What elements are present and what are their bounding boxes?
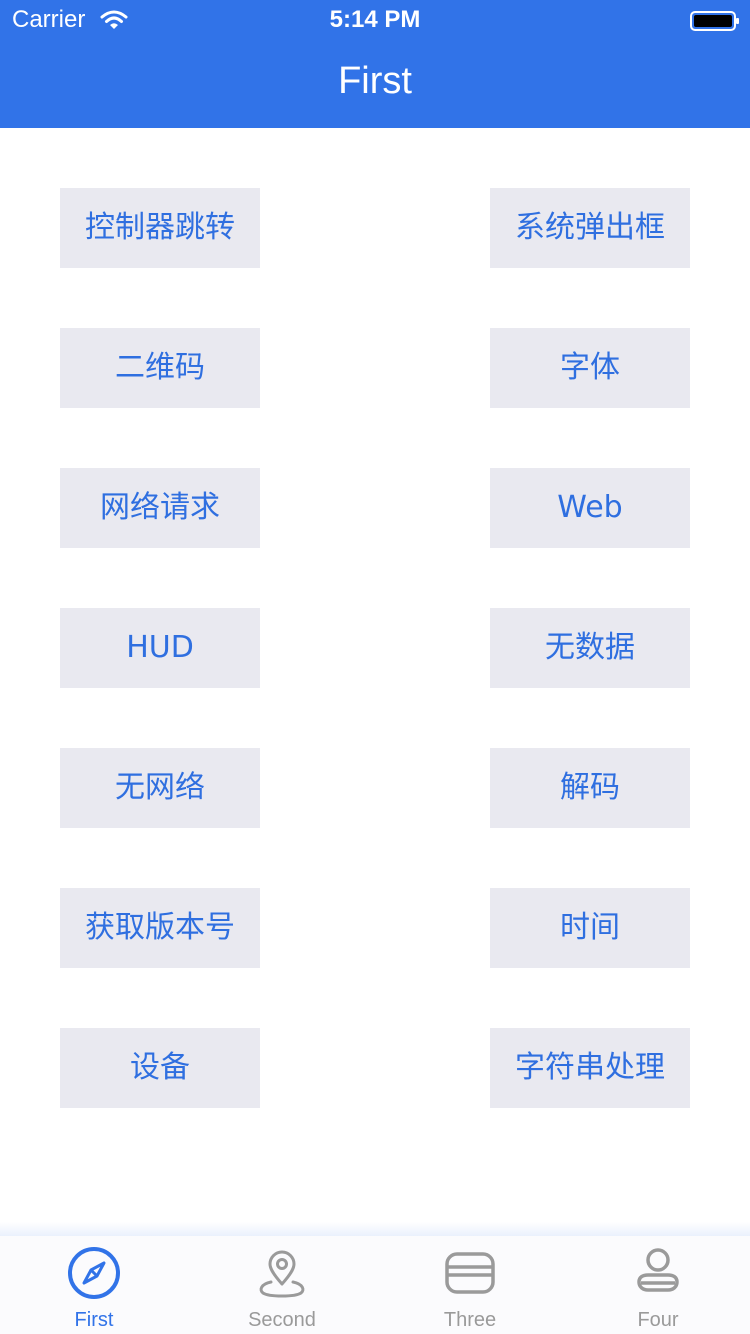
font-button[interactable]: 字体 bbox=[490, 328, 690, 408]
system-alert-button[interactable]: 系统弹出框 bbox=[490, 188, 690, 268]
time-button[interactable]: 时间 bbox=[490, 888, 690, 968]
clock-time: 5:14 PM bbox=[329, 6, 421, 33]
tab-first[interactable]: First bbox=[0, 1236, 188, 1334]
tab-bar: First Second Three Four bbox=[0, 1236, 750, 1334]
string-processing-button[interactable]: 字符串处理 bbox=[490, 1028, 690, 1108]
tab-three[interactable]: Three bbox=[376, 1236, 564, 1334]
get-version-button[interactable]: 获取版本号 bbox=[60, 888, 260, 968]
tab-second-label: Second bbox=[248, 1309, 316, 1331]
no-data-button[interactable]: 无数据 bbox=[490, 608, 690, 688]
tab-four[interactable]: Four bbox=[564, 1236, 750, 1334]
compass-icon bbox=[68, 1247, 120, 1299]
tab-second[interactable]: Second bbox=[188, 1236, 376, 1334]
status-bar: Carrier 5:14 PM bbox=[0, 0, 750, 40]
tab-three-label: Three bbox=[443, 1309, 497, 1331]
qr-code-button[interactable]: 二维码 bbox=[60, 328, 260, 408]
tab-bar-shadow bbox=[0, 1222, 750, 1236]
page-title: First bbox=[338, 60, 412, 102]
hud-button[interactable]: HUD bbox=[60, 608, 260, 688]
network-request-button[interactable]: 网络请求 bbox=[60, 468, 260, 548]
web-button[interactable]: Web bbox=[490, 468, 690, 548]
device-button[interactable]: 设备 bbox=[60, 1028, 260, 1108]
card-icon bbox=[445, 1252, 495, 1294]
battery-icon bbox=[690, 11, 739, 31]
tab-first-label: First bbox=[74, 1309, 114, 1331]
decode-button[interactable]: 解码 bbox=[490, 748, 690, 828]
tab-four-label: Four bbox=[637, 1309, 679, 1331]
location-pin-icon bbox=[259, 1250, 305, 1298]
controller-jump-button[interactable]: 控制器跳转 bbox=[60, 188, 260, 268]
no-network-button[interactable]: 无网络 bbox=[60, 748, 260, 828]
navigation-bar: First bbox=[0, 40, 750, 128]
person-icon bbox=[637, 1248, 679, 1292]
button-grid: 控制器跳转 系统弹出框 二维码 字体 网络请求 Web HUD 无数据 无网络 … bbox=[0, 128, 750, 1228]
